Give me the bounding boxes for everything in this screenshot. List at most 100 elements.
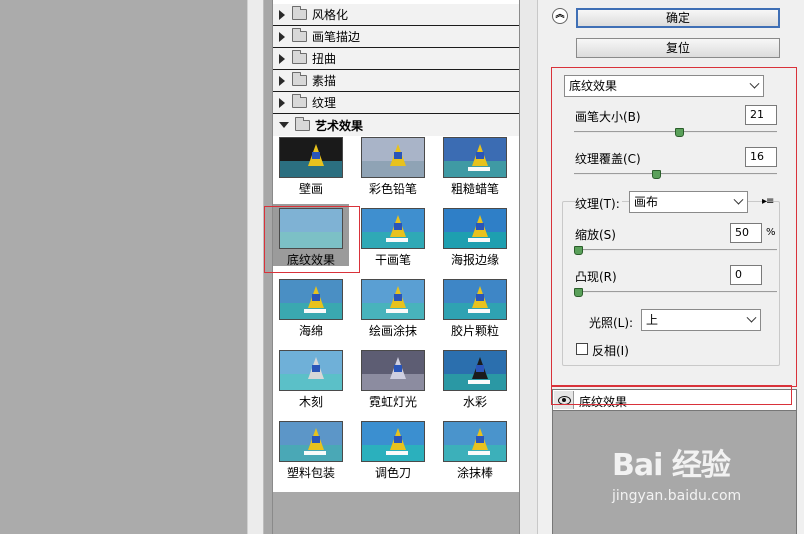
filter-thumbnail-image bbox=[279, 137, 343, 178]
filter-dry-brush[interactable]: 干画笔 bbox=[355, 204, 431, 267]
filter-plastic-wrap[interactable]: 塑料包装 bbox=[273, 417, 349, 480]
folder-icon bbox=[292, 50, 307, 64]
folder-icon bbox=[292, 28, 307, 42]
divider bbox=[264, 0, 272, 534]
folder-icon bbox=[292, 72, 307, 86]
filter-palette-knife[interactable]: 调色刀 bbox=[355, 417, 431, 480]
relief-slider-track[interactable] bbox=[574, 291, 777, 293]
filter-paint-daubs[interactable]: 绘画涂抹 bbox=[355, 275, 431, 338]
texture-select[interactable]: 画布 bbox=[629, 191, 748, 213]
category-brush-strokes[interactable]: 画笔描边 bbox=[273, 26, 519, 48]
filter-label: 塑料包装 bbox=[286, 466, 335, 480]
chevron-down-icon bbox=[749, 78, 760, 89]
collapse-gallery-icon[interactable]: ︽ bbox=[552, 8, 568, 24]
category-label: 扭曲 bbox=[312, 52, 337, 66]
filter-label: 木刻 bbox=[298, 395, 323, 409]
filter-smudge-stick[interactable]: 涂抹棒 bbox=[437, 417, 513, 480]
expand-triangle-icon bbox=[279, 9, 285, 20]
light-select[interactable]: 上 bbox=[641, 309, 761, 331]
filter-thumbnail-image bbox=[443, 279, 507, 320]
filter-poster-edges[interactable]: 海报边缘 bbox=[437, 204, 513, 267]
filter-thumbnails: 壁画 彩色铅笔 粗糙蜡笔 底纹效果 干画笔 海报边缘 海绵 绘画涂抹 胶片颗粒 … bbox=[273, 133, 519, 492]
light-select-value: 上 bbox=[646, 313, 659, 327]
gallery-empty-area bbox=[272, 492, 520, 534]
filter-label: 彩色铅笔 bbox=[368, 182, 417, 196]
watermark: Bai 经验 jingyan.baidu.com bbox=[612, 440, 802, 530]
filter-thumbnail-image bbox=[361, 208, 425, 249]
effect-layer-row[interactable]: 底纹效果 bbox=[552, 389, 797, 411]
filter-cutout[interactable]: 木刻 bbox=[273, 346, 349, 409]
brush-size-slider-thumb[interactable] bbox=[674, 128, 684, 137]
filter-fresco[interactable]: 壁画 bbox=[273, 133, 349, 196]
texture-coverage-slider-track[interactable] bbox=[574, 173, 777, 175]
texture-coverage-label: 纹理覆盖(C) bbox=[575, 152, 641, 166]
filter-label: 粗糙蜡笔 bbox=[450, 182, 499, 196]
filter-thumbnail-image bbox=[279, 350, 343, 391]
eye-icon[interactable] bbox=[554, 391, 574, 409]
filter-colored-pencil[interactable]: 彩色铅笔 bbox=[355, 133, 431, 196]
reset-button[interactable]: 复位 bbox=[576, 38, 780, 58]
filter-rough-pastels[interactable]: 粗糙蜡笔 bbox=[437, 133, 513, 196]
filter-label: 海绵 bbox=[298, 324, 323, 338]
chevron-down-icon bbox=[733, 194, 744, 205]
watermark-url: jingyan.baidu.com bbox=[612, 488, 742, 504]
filter-label: 胶片颗粒 bbox=[450, 324, 499, 338]
filter-thumbnail-image bbox=[279, 279, 343, 320]
filter-select[interactable]: 底纹效果 bbox=[564, 75, 764, 97]
expand-triangle-icon bbox=[279, 97, 285, 108]
scaling-input[interactable]: 50 bbox=[730, 223, 762, 243]
filter-label: 海报边缘 bbox=[450, 253, 499, 267]
filter-thumbnail-image bbox=[361, 350, 425, 391]
scaling-unit: % bbox=[766, 227, 776, 238]
relief-slider-thumb[interactable] bbox=[574, 288, 583, 297]
expand-triangle-icon bbox=[279, 75, 285, 86]
filter-label: 底纹效果 bbox=[286, 253, 335, 267]
filter-sponge[interactable]: 海绵 bbox=[273, 275, 349, 338]
filter-thumbnail-image bbox=[361, 279, 425, 320]
filter-select-value: 底纹效果 bbox=[569, 79, 618, 93]
filter-thumbnail-image bbox=[361, 421, 425, 462]
filter-label: 壁画 bbox=[298, 182, 323, 196]
category-label: 风格化 bbox=[312, 8, 349, 22]
watermark-logo: Bai 经验 bbox=[612, 448, 731, 483]
filter-thumbnail-image bbox=[279, 208, 343, 249]
texture-coverage-input[interactable]: 16 bbox=[745, 147, 777, 167]
filter-thumbnail-image bbox=[443, 350, 507, 391]
scaling-label: 缩放(S) bbox=[575, 228, 616, 242]
filter-label: 水彩 bbox=[462, 395, 487, 409]
invert-checkbox[interactable] bbox=[576, 343, 588, 355]
filter-label: 干画笔 bbox=[374, 253, 411, 267]
scaling-slider-track[interactable] bbox=[574, 249, 777, 251]
category-label: 艺术效果 bbox=[315, 118, 364, 133]
texture-menu-icon[interactable]: ▸≡ bbox=[762, 196, 774, 207]
texture-select-value: 画布 bbox=[634, 195, 659, 209]
filter-gallery: 风格化 画笔描边 扭曲 素描 纹理 艺术效果 壁画 彩色铅笔 粗糙蜡笔 底纹效果… bbox=[272, 0, 520, 492]
category-sketch[interactable]: 素描 bbox=[273, 70, 519, 92]
folder-icon bbox=[292, 94, 307, 108]
category-distort[interactable]: 扭曲 bbox=[273, 48, 519, 70]
scaling-slider-thumb[interactable] bbox=[574, 246, 583, 255]
relief-label: 凸现(R) bbox=[575, 270, 617, 284]
preview-scrollbar[interactable] bbox=[247, 0, 264, 534]
chevron-down-icon bbox=[746, 312, 757, 323]
preview-canvas[interactable] bbox=[0, 0, 247, 534]
filter-film-grain[interactable]: 胶片颗粒 bbox=[437, 275, 513, 338]
texture-coverage-slider-thumb[interactable] bbox=[651, 170, 661, 179]
filter-watercolor[interactable]: 水彩 bbox=[437, 346, 513, 409]
filter-underpainting[interactable]: 底纹效果 bbox=[273, 204, 349, 267]
effect-layer-label: 底纹效果 bbox=[579, 395, 628, 409]
light-label: 光照(L): bbox=[589, 316, 634, 330]
expand-triangle-icon bbox=[279, 53, 285, 64]
category-label: 画笔描边 bbox=[312, 30, 361, 44]
ok-button[interactable]: 确定 bbox=[576, 8, 780, 28]
filter-neon-glow[interactable]: 霓虹灯光 bbox=[355, 346, 431, 409]
invert-label: 反相(I) bbox=[592, 344, 629, 358]
brush-size-input[interactable]: 21 bbox=[745, 105, 777, 125]
filter-thumbnail-image bbox=[279, 421, 343, 462]
folder-icon bbox=[292, 6, 307, 20]
texture-label: 纹理(T): bbox=[575, 195, 622, 212]
category-stylize[interactable]: 风格化 bbox=[273, 4, 519, 26]
collapse-triangle-icon bbox=[279, 122, 289, 128]
category-texture[interactable]: 纹理 bbox=[273, 92, 519, 114]
relief-input[interactable]: 0 bbox=[730, 265, 762, 285]
